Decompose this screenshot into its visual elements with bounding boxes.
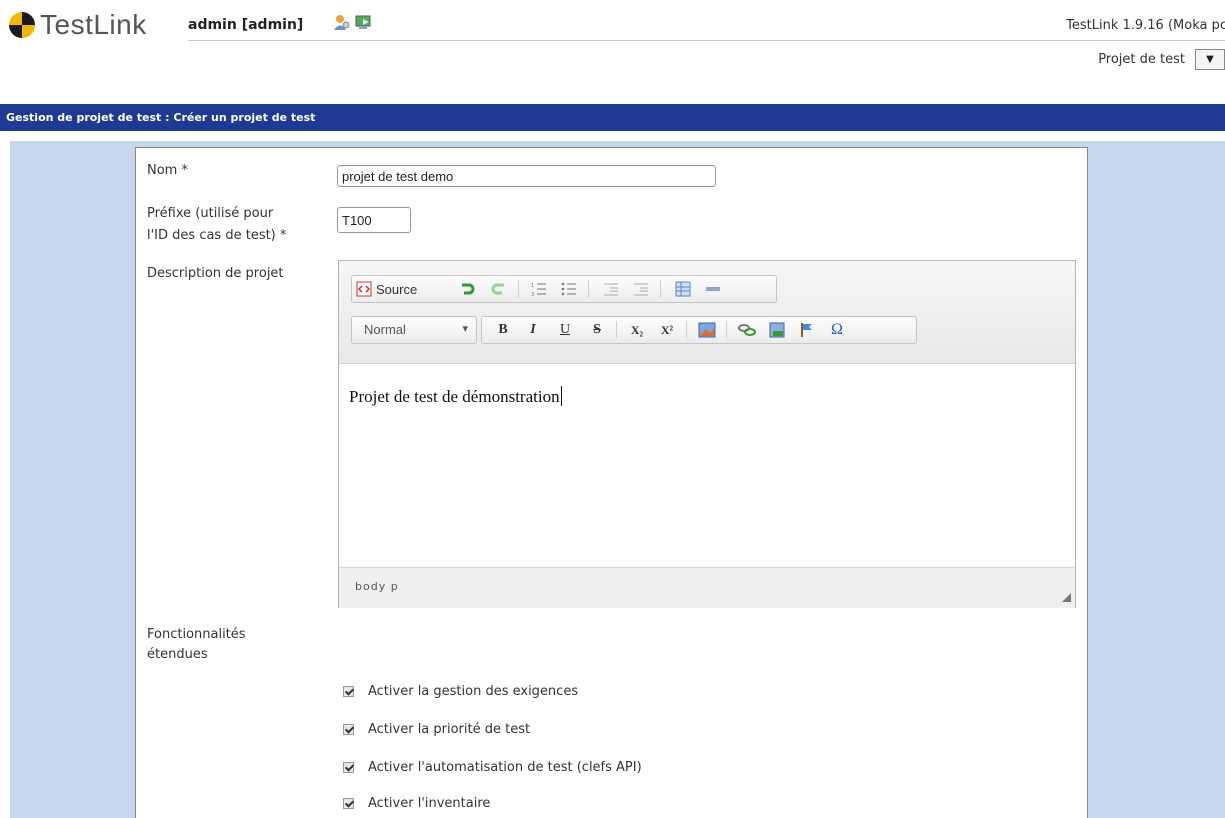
description-text: Projet de test de démonstration [349, 387, 560, 406]
numbered-list-button[interactable]: 13 [528, 279, 550, 299]
image-icon [698, 322, 716, 338]
horizontal-line-icon [706, 287, 720, 291]
table-button[interactable] [672, 279, 694, 299]
italic-button[interactable]: I [522, 320, 544, 340]
flag-icon [801, 323, 812, 337]
extended-features-label-line1: Fonctionnalités [147, 627, 246, 642]
toolbar-separator [588, 280, 589, 298]
checkbox-label: Activer l'automatisation de test (clefs … [368, 760, 642, 775]
undo-icon [462, 283, 475, 295]
image-button[interactable] [696, 320, 718, 340]
current-user: admin [admin] [188, 17, 304, 33]
name-label: Nom * [147, 163, 188, 178]
special-char-button[interactable]: Ω [826, 320, 848, 340]
description-label: Description de projet [147, 266, 284, 281]
resize-handle-icon[interactable] [1062, 593, 1071, 602]
svg-text:1: 1 [531, 283, 534, 289]
prefix-label-line2: l'ID des cas de test) * [147, 228, 287, 243]
user-settings-icon[interactable] [332, 12, 352, 32]
table-icon [675, 281, 691, 297]
toolbar-separator [616, 321, 617, 339]
chevron-down-icon: ▾ [462, 322, 468, 335]
editor-content[interactable]: Projet de test de démonstration [339, 364, 1075, 567]
prefix-label-line1: Préfixe (utilisé pour [147, 206, 274, 221]
bold-button[interactable]: B [492, 320, 514, 340]
unlink-button[interactable] [766, 320, 788, 340]
source-label: Source [376, 281, 418, 297]
underline-button[interactable]: U [554, 320, 576, 340]
rich-text-editor: Source 13 Normal ▾ B I U S X₂ X² Ω Proje… [338, 260, 1076, 608]
bulleted-list-icon [561, 282, 576, 296]
anchor-button[interactable] [796, 320, 818, 340]
undo-button[interactable] [456, 279, 478, 299]
horizontal-line-button[interactable] [702, 279, 724, 299]
checkbox-checked[interactable] [343, 686, 354, 697]
source-icon [356, 281, 372, 297]
outdent-button[interactable] [600, 279, 622, 299]
toolbar-separator [726, 321, 727, 339]
checkbox-label: Activer la gestion des exigences [368, 684, 579, 699]
page-title-bar: Gestion de projet de test : Créer un pro… [0, 104, 1225, 131]
indent-button[interactable] [630, 279, 652, 299]
toolbar-separator [660, 280, 661, 298]
source-button[interactable]: Source [356, 279, 440, 299]
toolbar-row-2: B I U S X₂ X² Ω [481, 316, 917, 344]
editor-text: Projet de test de démonstration [349, 386, 562, 407]
checkbox-test-automation[interactable]: Activer l'automatisation de test (clefs … [343, 760, 642, 775]
outdent-icon [604, 283, 618, 296]
redo-icon [491, 283, 504, 295]
checkbox-label: Activer l'inventaire [368, 796, 491, 811]
editor-toolbar: Source 13 Normal ▾ B I U S X₂ X² Ω [339, 261, 1075, 364]
test-project-select[interactable]: ▼ [1195, 49, 1225, 70]
name-input[interactable] [337, 165, 716, 187]
test-project-label: Projet de test [1098, 52, 1185, 67]
editor-path-bar: body p [339, 567, 1075, 608]
svg-text:3: 3 [531, 292, 534, 297]
testlink-logo[interactable]: TestLink [8, 8, 147, 42]
toolbar-row-1: Source 13 [351, 275, 777, 303]
unlink-icon [769, 322, 785, 338]
superscript-button[interactable]: X² [656, 320, 678, 340]
checkbox-test-priority[interactable]: Activer la priorité de test [343, 722, 530, 737]
prefix-input[interactable] [337, 207, 411, 233]
link-button[interactable] [736, 320, 758, 340]
strikethrough-button[interactable]: S [586, 320, 608, 340]
version-info: TestLink 1.9.16 (Moka pc [1066, 18, 1225, 33]
toolbar-separator [686, 321, 687, 339]
checkbox-checked[interactable] [343, 724, 354, 735]
header-divider [188, 40, 1225, 41]
checkbox-checked[interactable] [343, 798, 354, 809]
toolbar-separator [518, 280, 519, 298]
redo-button[interactable] [488, 279, 510, 299]
logo-mark-icon [9, 12, 35, 38]
element-path[interactable]: body p [355, 580, 399, 593]
logout-icon[interactable] [354, 12, 374, 32]
extended-features-label-line2: étendues [147, 647, 208, 662]
numbered-list-icon: 13 [531, 283, 546, 297]
checkbox-label: Activer la priorité de test [368, 722, 531, 737]
checkbox-checked[interactable] [343, 762, 354, 773]
chevron-down-icon: ▼ [1206, 54, 1214, 65]
indent-icon [634, 283, 648, 296]
text-caret [560, 386, 562, 406]
checkbox-requirements[interactable]: Activer la gestion des exigences [343, 684, 578, 699]
link-icon [738, 324, 756, 336]
subscript-button[interactable]: X₂ [626, 320, 648, 340]
checkbox-inventory[interactable]: Activer l'inventaire [343, 796, 490, 811]
logo-text: TestLink [40, 9, 147, 40]
bulleted-list-button[interactable] [558, 279, 580, 299]
format-select[interactable]: Normal ▾ [351, 316, 477, 344]
format-value: Normal [364, 322, 406, 337]
